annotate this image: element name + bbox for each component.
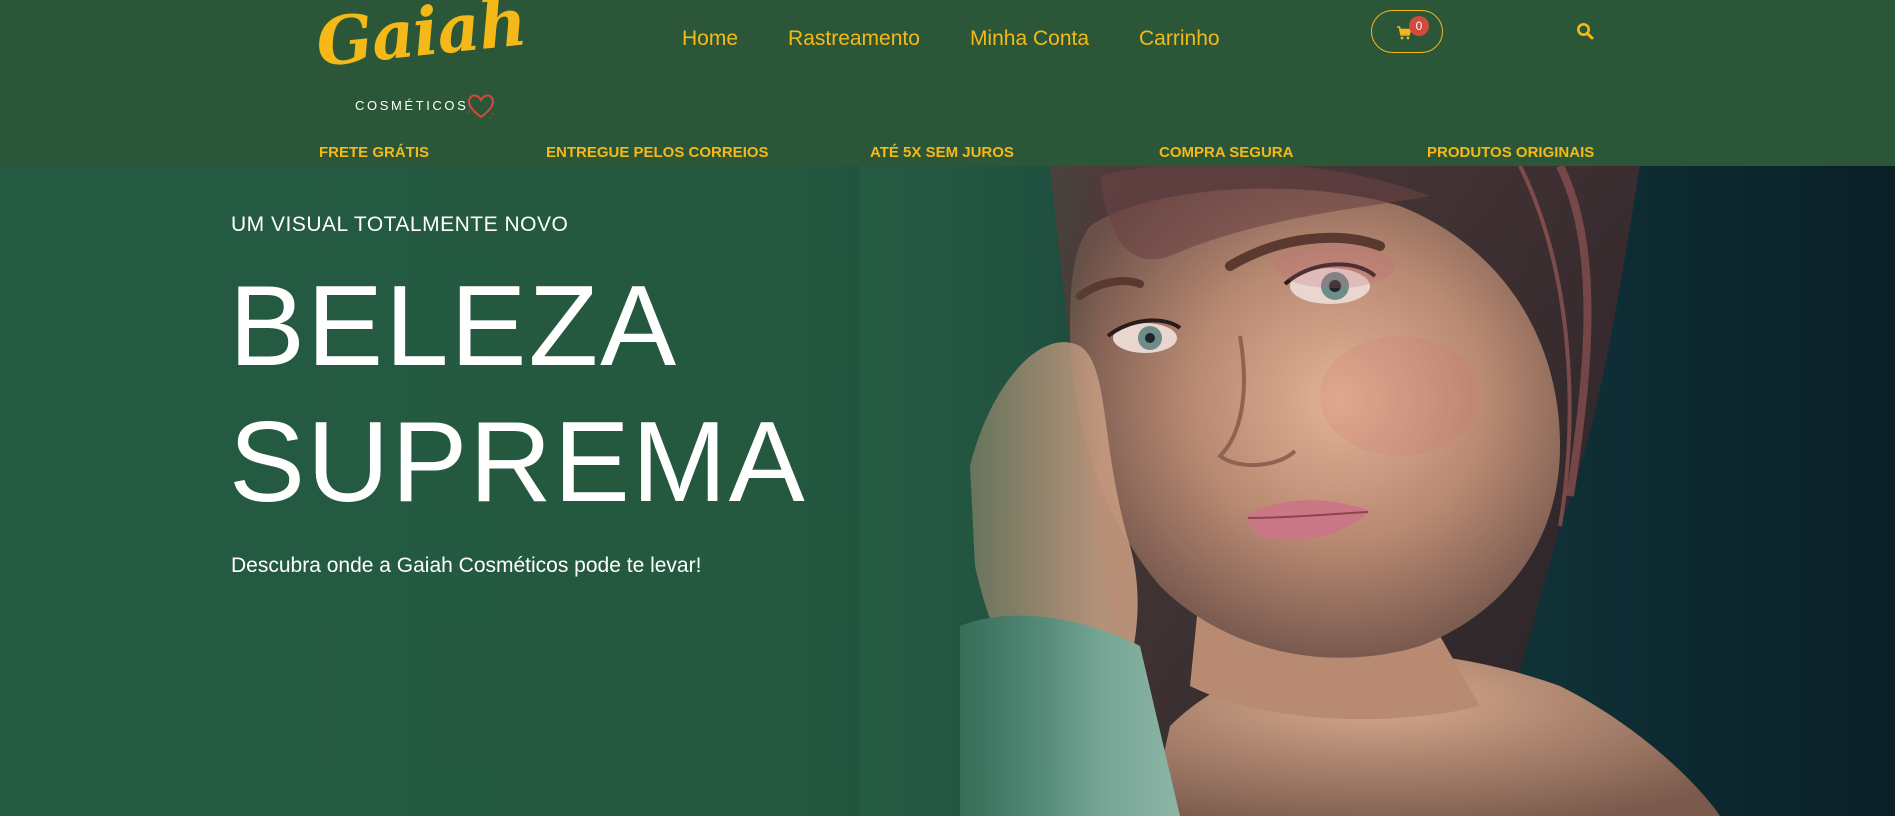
search-icon[interactable] (1576, 22, 1594, 40)
hero-eyebrow: UM VISUAL TOTALMENTE NOVO (231, 213, 569, 236)
brand-logo[interactable]: Gaiah COSMÉTICOS (312, 0, 529, 126)
feature-produtos-originais: PRODUTOS ORIGINAIS (1427, 144, 1595, 161)
heart-icon (467, 94, 495, 119)
logo-wordmark: Gaiah (312, 0, 530, 82)
logo-subtitle: COSMÉTICOS (355, 98, 469, 113)
hero-subtitle: Descubra onde a Gaiah Cosméticos pode te… (231, 554, 702, 577)
feature-parcelamento: ATÉ 5X SEM JUROS (870, 144, 1014, 161)
main-nav: Home Rastreamento Minha Conta Carrinho (682, 24, 1220, 54)
hero-banner: UM VISUAL TOTALMENTE NOVO BELEZA SUPREMA… (0, 166, 1895, 816)
cart-button[interactable]: 0 (1371, 10, 1443, 53)
nav-rastreamento[interactable]: Rastreamento (788, 24, 920, 54)
cart-count-badge: 0 (1409, 16, 1429, 36)
site-header: Gaiah COSMÉTICOS Home Rastreamento Minha… (0, 0, 1895, 166)
feature-correios: ENTREGUE PELOS CORREIOS (546, 144, 769, 161)
nav-minha-conta[interactable]: Minha Conta (970, 24, 1089, 54)
nav-carrinho[interactable]: Carrinho (1139, 24, 1220, 54)
hero-headline-line-1: BELEZA (229, 263, 679, 390)
hero-headline-line-2: SUPREMA (229, 399, 807, 526)
feature-strip: FRETE GRÁTIS ENTREGUE PELOS CORREIOS ATÉ… (0, 144, 1895, 162)
feature-compra-segura: COMPRA SEGURA (1159, 144, 1294, 161)
feature-frete-gratis: FRETE GRÁTIS (319, 144, 430, 161)
nav-home[interactable]: Home (682, 24, 738, 54)
